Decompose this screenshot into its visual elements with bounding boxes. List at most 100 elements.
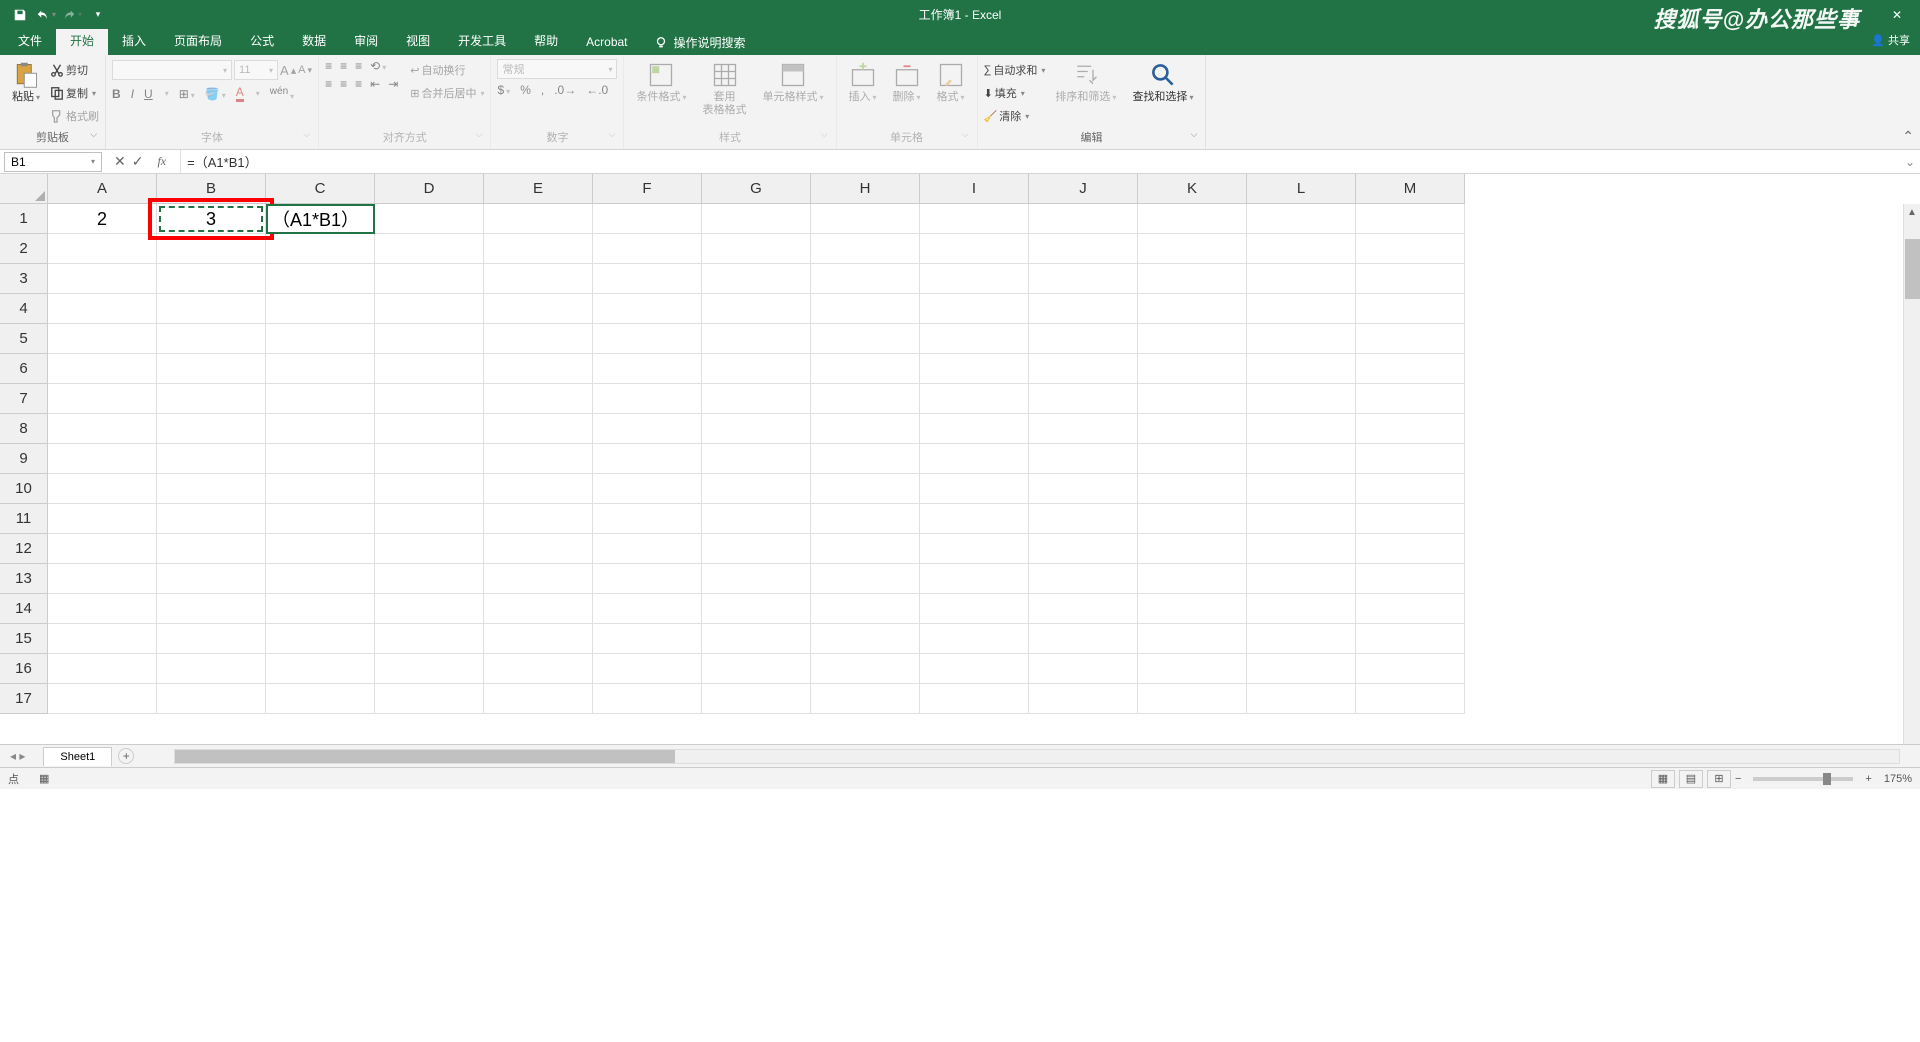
cell[interactable] [1029,234,1138,264]
cell[interactable] [1029,534,1138,564]
tab-formulas[interactable]: 公式 [236,27,288,55]
cell[interactable] [375,294,484,324]
cell[interactable] [593,414,702,444]
cell[interactable] [1138,654,1247,684]
cell[interactable] [1247,294,1356,324]
cell[interactable] [811,654,920,684]
cell[interactable] [920,234,1029,264]
cell[interactable] [1029,684,1138,714]
normal-view-button[interactable]: ▦ [1651,770,1675,788]
cell[interactable] [1138,564,1247,594]
row-header[interactable]: 8 [0,414,48,444]
cell[interactable] [1356,354,1465,384]
cell[interactable] [157,624,266,654]
row-header[interactable]: 7 [0,384,48,414]
cell[interactable] [593,564,702,594]
col-header[interactable]: G [702,174,811,204]
cell[interactable] [157,384,266,414]
cell[interactable] [920,504,1029,534]
cell[interactable] [266,264,375,294]
cell[interactable] [920,444,1029,474]
fx-icon[interactable]: fx [157,154,166,169]
number-format-combo[interactable]: 常规▾ [497,59,617,79]
cell[interactable] [266,594,375,624]
tab-review[interactable]: 审阅 [340,27,392,55]
cell[interactable] [266,234,375,264]
col-header[interactable]: D [375,174,484,204]
select-all-button[interactable] [0,174,48,204]
cell[interactable] [1138,234,1247,264]
page-layout-view-button[interactable]: ▤ [1679,770,1703,788]
cell[interactable] [375,384,484,414]
cell[interactable] [811,444,920,474]
cell[interactable] [920,624,1029,654]
col-header[interactable]: C [266,174,375,204]
increase-decimal-button[interactable]: .0→ [554,83,576,97]
row-header[interactable]: 17 [0,684,48,714]
undo-button[interactable]: ▾ [34,3,58,27]
col-header[interactable]: A [48,174,157,204]
cell[interactable] [266,294,375,324]
cell[interactable] [157,234,266,264]
cell[interactable] [1029,414,1138,444]
cell[interactable] [1356,264,1465,294]
cell[interactable] [48,354,157,384]
cell[interactable] [1356,234,1465,264]
cell[interactable] [266,444,375,474]
cell[interactable] [375,594,484,624]
cell[interactable] [157,444,266,474]
cancel-formula-button[interactable]: ✕ [114,153,126,170]
cell[interactable] [702,474,811,504]
copy-button[interactable]: 复制▾ [50,82,99,104]
row-header[interactable]: 15 [0,624,48,654]
bold-button[interactable]: B [112,87,121,101]
cell[interactable] [484,654,593,684]
cell[interactable] [920,264,1029,294]
formula-input[interactable]: =（A1*B1） [181,152,1900,171]
orientation-button[interactable]: ⟲▾ [370,59,386,73]
align-top-button[interactable]: ≡ [325,59,332,73]
cell[interactable] [266,414,375,444]
cell[interactable] [1247,264,1356,294]
conditional-format-button[interactable]: 条件格式▾ [630,59,692,106]
align-right-button[interactable]: ≡ [355,77,362,91]
cell[interactable] [48,504,157,534]
page-break-view-button[interactable]: ⊞ [1707,770,1731,788]
cell[interactable] [157,264,266,294]
scroll-thumb[interactable] [175,750,675,763]
wrap-text-button[interactable]: ↩ 自动换行 [410,59,484,81]
percent-button[interactable]: % [520,83,531,97]
cell[interactable] [702,384,811,414]
cell[interactable] [702,234,811,264]
cell[interactable] [375,444,484,474]
insert-cells-button[interactable]: 插入▾ [843,59,883,106]
cell[interactable] [266,324,375,354]
row-header[interactable]: 2 [0,234,48,264]
cell[interactable] [1029,564,1138,594]
cell[interactable] [1356,414,1465,444]
cell[interactable] [920,294,1029,324]
cell[interactable] [484,324,593,354]
cell[interactable] [1138,624,1247,654]
cell[interactable] [920,654,1029,684]
col-header[interactable]: K [1138,174,1247,204]
cell[interactable] [920,354,1029,384]
row-header[interactable]: 9 [0,444,48,474]
cell[interactable] [1138,474,1247,504]
cell[interactable] [375,474,484,504]
comma-button[interactable]: , [541,83,544,97]
cell[interactable] [1247,474,1356,504]
cell[interactable] [1138,384,1247,414]
cut-button[interactable]: 剪切 [50,59,99,81]
cell[interactable] [811,534,920,564]
cell[interactable] [1247,384,1356,414]
scroll-thumb[interactable] [1905,239,1920,299]
col-header[interactable]: J [1029,174,1138,204]
tab-insert[interactable]: 插入 [108,27,160,55]
cell[interactable] [811,264,920,294]
cell[interactable] [702,444,811,474]
cell[interactable] [48,294,157,324]
cell[interactable] [593,654,702,684]
col-header[interactable]: M [1356,174,1465,204]
table-format-button[interactable]: 套用 表格格式 [697,59,753,119]
